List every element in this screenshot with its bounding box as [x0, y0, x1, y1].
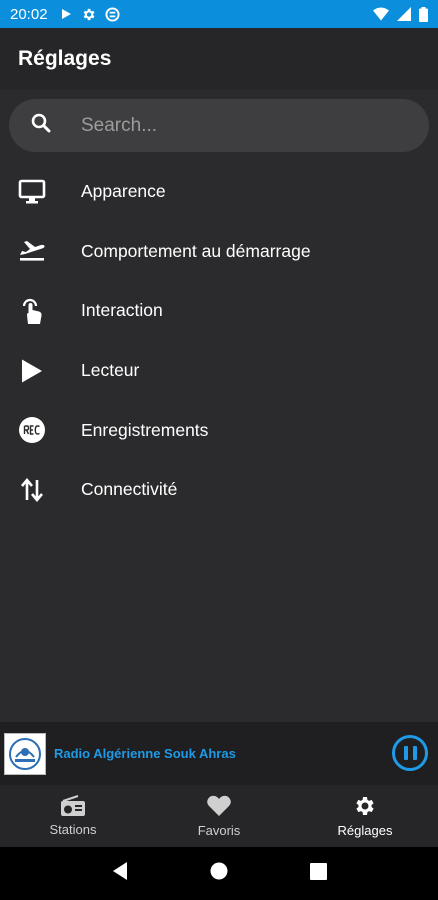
home-icon[interactable] — [210, 862, 228, 885]
settings-item-interaction[interactable]: Interaction — [0, 281, 438, 341]
monitor-icon — [0, 179, 64, 205]
gear-icon — [81, 7, 96, 22]
settings-list: Apparence Comportement au démarrage Inte… — [0, 162, 438, 520]
settings-item-lecteur[interactable]: Lecteur — [0, 341, 438, 401]
recents-icon[interactable] — [310, 862, 328, 885]
status-time: 20:02 — [10, 5, 48, 23]
pause-icon-bar — [412, 746, 417, 760]
search-input[interactable]: Search... — [9, 99, 429, 152]
wifi-icon — [373, 7, 389, 21]
nav-item-favoris[interactable]: Favoris — [146, 785, 292, 847]
settings-item-label: Lecteur — [81, 360, 140, 381]
page-title: Réglages — [18, 47, 112, 70]
sync-icon — [105, 6, 120, 22]
back-icon[interactable] — [111, 861, 129, 886]
pause-icon — [403, 746, 408, 760]
rec-icon — [0, 416, 64, 444]
nav-item-stations[interactable]: Stations — [0, 785, 146, 847]
app-bar: Réglages — [0, 28, 438, 90]
nav-item-reglages[interactable]: Réglages — [292, 785, 438, 847]
settings-item-label: Enregistrements — [81, 419, 209, 440]
settings-item-connectivite[interactable]: Connectivité — [0, 460, 438, 520]
settings-item-enregistrements[interactable]: Enregistrements — [0, 400, 438, 460]
radio-icon — [60, 795, 86, 817]
station-logo — [4, 732, 46, 775]
search-icon — [9, 111, 53, 140]
touch-icon — [0, 297, 64, 325]
settings-item-label: Comportement au démarrage — [81, 240, 311, 261]
search-placeholder: Search... — [81, 114, 158, 136]
pause-button[interactable] — [392, 735, 428, 771]
settings-item-label: Interaction — [81, 300, 163, 321]
play-icon — [60, 8, 72, 20]
settings-item-label: Connectivité — [81, 479, 178, 500]
play-icon — [0, 358, 64, 384]
nav-label: Stations — [49, 822, 97, 837]
plane-takeoff-icon — [0, 239, 64, 263]
station-name: Radio Algérienne Souk Ahras — [54, 746, 236, 761]
battery-icon — [419, 6, 428, 22]
mini-player[interactable]: Radio Algérienne Souk Ahras — [0, 722, 438, 785]
system-navigation-bar — [0, 847, 438, 900]
status-notification-icons — [60, 6, 120, 22]
settings-item-label: Apparence — [81, 181, 166, 202]
settings-item-apparence[interactable]: Apparence — [0, 162, 438, 222]
nav-label: Favoris — [197, 823, 241, 838]
nav-label: Réglages — [337, 823, 393, 838]
bottom-navigation: Stations Favoris Réglages — [0, 785, 438, 847]
signal-icon — [397, 7, 411, 21]
gear-icon — [353, 794, 377, 818]
status-bar: 20:02 — [0, 0, 438, 28]
heart-icon — [206, 794, 232, 818]
status-system-icons — [373, 6, 428, 22]
swap-vertical-icon — [0, 476, 64, 504]
settings-item-comportement[interactable]: Comportement au démarrage — [0, 222, 438, 282]
